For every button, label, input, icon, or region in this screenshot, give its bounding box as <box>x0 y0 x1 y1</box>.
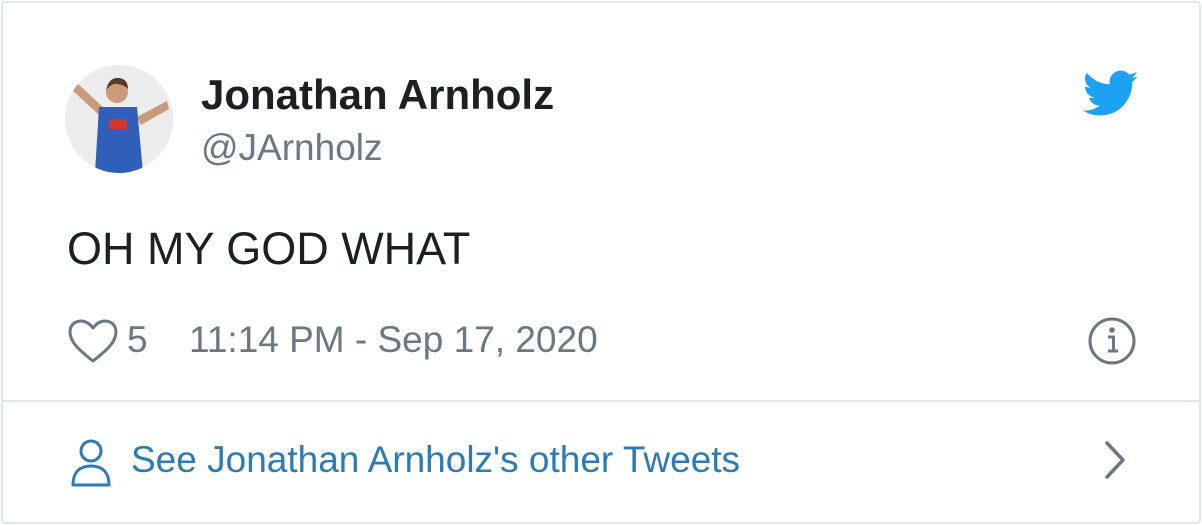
chevron-right-icon[interactable] <box>1100 438 1130 482</box>
like-count[interactable]: 5 <box>127 319 148 361</box>
twitter-bird-icon[interactable] <box>1083 69 1139 119</box>
tweet-card: Jonathan Arnholz @JArnholz OH MY GOD WHA… <box>1 1 1201 524</box>
heart-icon[interactable] <box>67 318 119 364</box>
see-other-tweets-link[interactable]: See Jonathan Arnholz's other Tweets <box>3 402 1199 522</box>
tweet-timestamp[interactable]: 11:14 PM - Sep 17, 2020 <box>189 319 598 361</box>
author-handle[interactable]: @JArnholz <box>201 127 383 169</box>
author-name[interactable]: Jonathan Arnholz <box>201 71 554 119</box>
avatar-photo <box>65 65 173 173</box>
avatar[interactable] <box>65 65 173 173</box>
tweet-text: OH MY GOD WHAT <box>67 223 471 274</box>
see-other-tweets-label[interactable]: See Jonathan Arnholz's other Tweets <box>131 439 740 481</box>
person-icon <box>71 439 111 487</box>
info-icon[interactable] <box>1087 316 1137 366</box>
